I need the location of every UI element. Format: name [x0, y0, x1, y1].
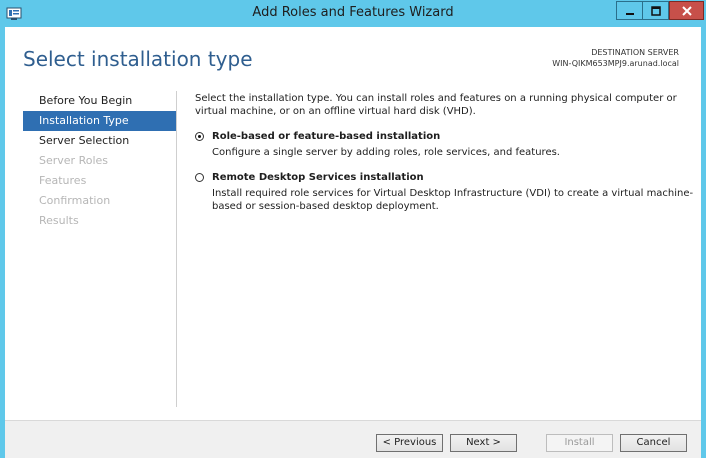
nav-item-server-selection[interactable]: Server Selection: [23, 131, 176, 151]
nav-item-server-roles: Server Roles: [39, 154, 109, 167]
destination-server-name: WIN-QIKM653MPJ9.arunad.local: [552, 59, 679, 68]
title-bar: Add Roles and Features Wizard: [0, 0, 706, 27]
nav-item-before-you-begin[interactable]: Before You Begin: [23, 91, 176, 111]
next-button[interactable]: Next >: [450, 434, 517, 452]
nav-item-results: Results: [39, 214, 79, 227]
wizard-nav: Before You Begin Installation Type Serve…: [23, 91, 176, 231]
wizard-content: Select installation type DESTINATION SER…: [5, 27, 701, 420]
previous-button[interactable]: < Previous: [376, 434, 443, 452]
option-role-based[interactable]: Role-based or feature-based installation…: [195, 130, 695, 159]
page-title: Select installation type: [23, 47, 253, 71]
cancel-button[interactable]: Cancel: [620, 434, 687, 452]
close-button[interactable]: [669, 1, 704, 20]
remote-desktop-description: Install required role services for Virtu…: [212, 188, 694, 212]
role-based-description: Configure a single server by adding role…: [212, 147, 560, 158]
maximize-button[interactable]: [643, 1, 669, 20]
nav-item-features: Features: [39, 174, 87, 187]
maximize-icon: [650, 5, 661, 16]
option-remote-desktop[interactable]: Remote Desktop Services installation Ins…: [195, 171, 695, 213]
window-title: Add Roles and Features Wizard: [252, 5, 454, 20]
wizard-footer: < Previous Next > Install Cancel: [5, 420, 701, 458]
install-button: Install: [546, 434, 613, 452]
role-based-label[interactable]: Role-based or feature-based installation: [212, 130, 695, 143]
destination-label: DESTINATION SERVER: [591, 48, 679, 57]
close-icon: [681, 5, 692, 16]
destination-server: DESTINATION SERVER WIN-QIKM653MPJ9.aruna…: [552, 47, 679, 69]
remote-desktop-label[interactable]: Remote Desktop Services installation: [212, 171, 695, 184]
minimize-button[interactable]: [616, 1, 643, 20]
intro-text: Select the installation type. You can in…: [195, 93, 677, 117]
role-based-radio[interactable]: [195, 132, 204, 141]
nav-item-confirmation: Confirmation: [39, 194, 111, 207]
nav-divider: [176, 91, 177, 407]
minimize-icon: [625, 12, 634, 15]
nav-item-installation-type[interactable]: Installation Type: [23, 111, 176, 131]
main-panel: Select the installation type. You can in…: [195, 92, 695, 213]
remote-desktop-radio[interactable]: [195, 173, 204, 182]
